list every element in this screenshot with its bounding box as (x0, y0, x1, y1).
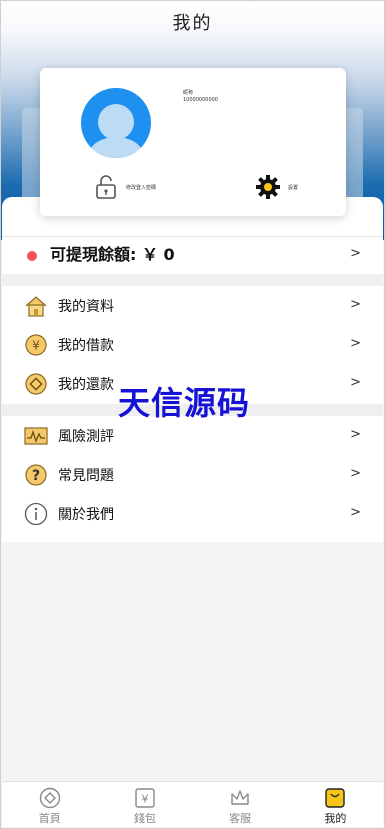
bottom-tab-bar: 首頁 ¥ 錢包 客服 我的 (2, 781, 383, 827)
menu-item-label: 我的資料 (58, 299, 114, 315)
lock-icon[interactable] (95, 174, 117, 200)
balance-text: 可提現餘額: ￥ 0 (50, 245, 175, 264)
chevron-right-icon: > (350, 505, 361, 520)
menu-item-label: 我的借款 (58, 338, 114, 354)
withdrawable-balance-row[interactable]: 可提現餘額: ￥ 0 > (2, 236, 383, 274)
tab-home[interactable]: 首頁 (2, 782, 97, 827)
coin-icon (25, 373, 47, 395)
chevron-right-icon: > (350, 427, 361, 442)
phone-number: 10000000000 (183, 97, 218, 103)
profile-icon (325, 788, 346, 808)
tab-profile[interactable]: 我的 (288, 782, 383, 827)
chevron-right-icon: > (350, 466, 361, 481)
menu-item-label: 我的還款 (58, 377, 114, 393)
menu-group-info: 風險測評 > ? 常見問題 > 關於我們 > (2, 416, 383, 540)
tab-customer-service[interactable]: 客服 (193, 782, 288, 827)
change-password-link[interactable]: 修改登入密碼 (126, 184, 156, 191)
info-icon (24, 502, 48, 526)
balance-indicator-dot (27, 251, 37, 261)
menu-item-my-loans[interactable]: ¥ 我的借款 > (2, 325, 383, 364)
watermark: 天信源码 (118, 384, 251, 422)
home-tab-icon (39, 787, 60, 809)
divider (2, 274, 383, 286)
menu-item-label: 風險測評 (58, 429, 114, 445)
chevron-right-icon: > (350, 297, 361, 312)
profile-card: 昵称 10000000000 修改登入密碼 設置 (40, 68, 346, 216)
tab-wallet[interactable]: ¥ 錢包 (97, 782, 192, 827)
avatar[interactable] (81, 88, 151, 158)
menu-item-faq[interactable]: ? 常見問題 > (2, 455, 383, 494)
chevron-right-icon: > (350, 246, 361, 261)
home-icon (25, 296, 47, 317)
wallet-icon: ¥ (135, 788, 155, 808)
menu-item-my-profile[interactable]: 我的資料 > (2, 286, 383, 325)
svg-text:¥: ¥ (141, 793, 148, 806)
yen-coin-icon: ¥ (25, 334, 47, 356)
chevron-right-icon: > (350, 375, 361, 390)
crown-icon (231, 790, 249, 805)
question-icon: ? (25, 464, 47, 486)
menu-item-label: 常見問題 (58, 468, 114, 484)
nickname: 昵称 (183, 90, 194, 96)
svg-text:?: ? (32, 468, 40, 484)
menu-item-label: 關於我們 (58, 507, 114, 523)
risk-chart-icon (24, 427, 48, 445)
chevron-right-icon: > (350, 336, 361, 351)
page-title: 我的 (172, 13, 213, 34)
settings-link[interactable]: 設置 (288, 184, 298, 191)
menu-item-about-us[interactable]: 關於我們 > (2, 494, 383, 533)
svg-text:¥: ¥ (32, 339, 40, 353)
gear-icon[interactable] (255, 174, 281, 200)
